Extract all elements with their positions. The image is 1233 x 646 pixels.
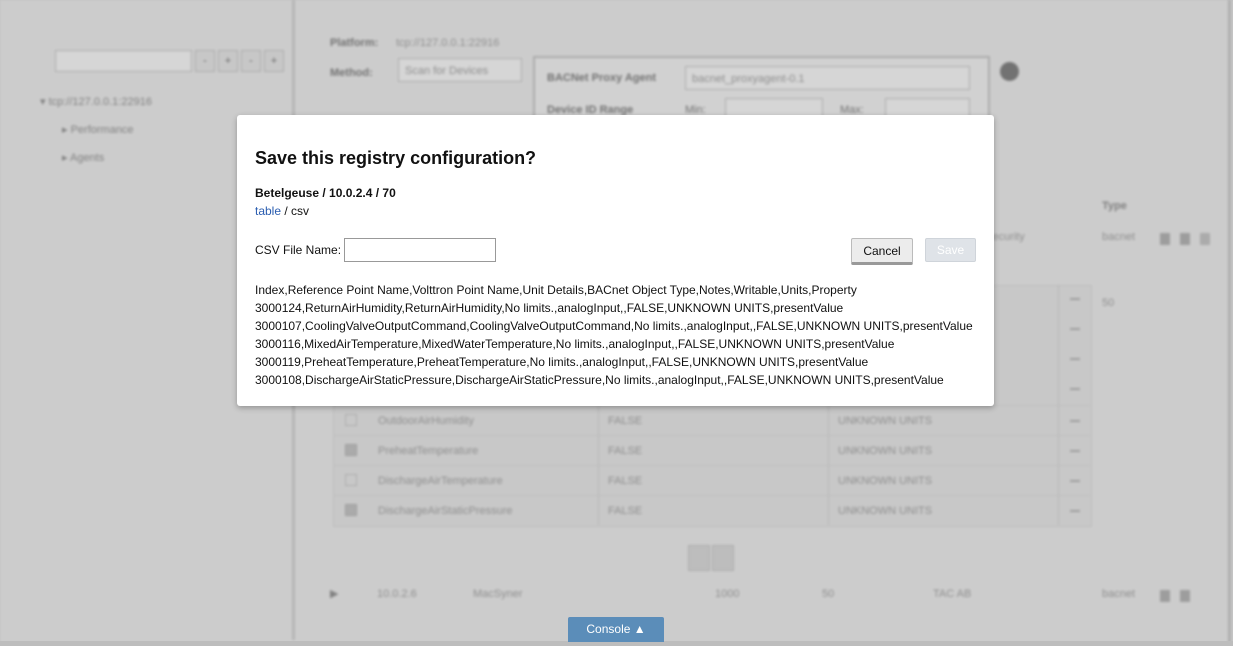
csv-line: 3000119,PreheatTemperature,PreheatTemper… [255, 355, 869, 369]
save-registry-modal: Save this registry configuration? Betelg… [237, 115, 994, 406]
cancel-button[interactable]: Cancel [851, 238, 913, 265]
console-toggle-button[interactable]: Console ▲ [568, 617, 664, 642]
format-separator: / [281, 204, 292, 218]
format-link-table[interactable]: table [255, 204, 281, 218]
csv-preview: Index,Reference Point Name,Volttron Poin… [255, 281, 985, 389]
csv-line: 3000108,DischargeAirStaticPressure,Disch… [255, 373, 944, 387]
format-switcher: table / csv [255, 204, 309, 218]
csv-filename-label: CSV File Name: [255, 243, 342, 257]
csv-line: 3000107,CoolingValveOutputCommand,Coolin… [255, 319, 973, 333]
csv-line: 3000116,MixedAirTemperature,MixedWaterTe… [255, 337, 895, 351]
csv-filename-input[interactable] [344, 238, 496, 262]
save-button[interactable]: Save [925, 238, 976, 262]
device-path: Betelgeuse / 10.0.2.4 / 70 [255, 186, 396, 200]
modal-title: Save this registry configuration? [255, 148, 537, 168]
format-current-csv: csv [291, 204, 310, 218]
csv-line: 3000124,ReturnAirHumidity,ReturnAirHumid… [255, 301, 844, 315]
csv-header-line: Index,Reference Point Name,Volttron Poin… [255, 283, 857, 297]
